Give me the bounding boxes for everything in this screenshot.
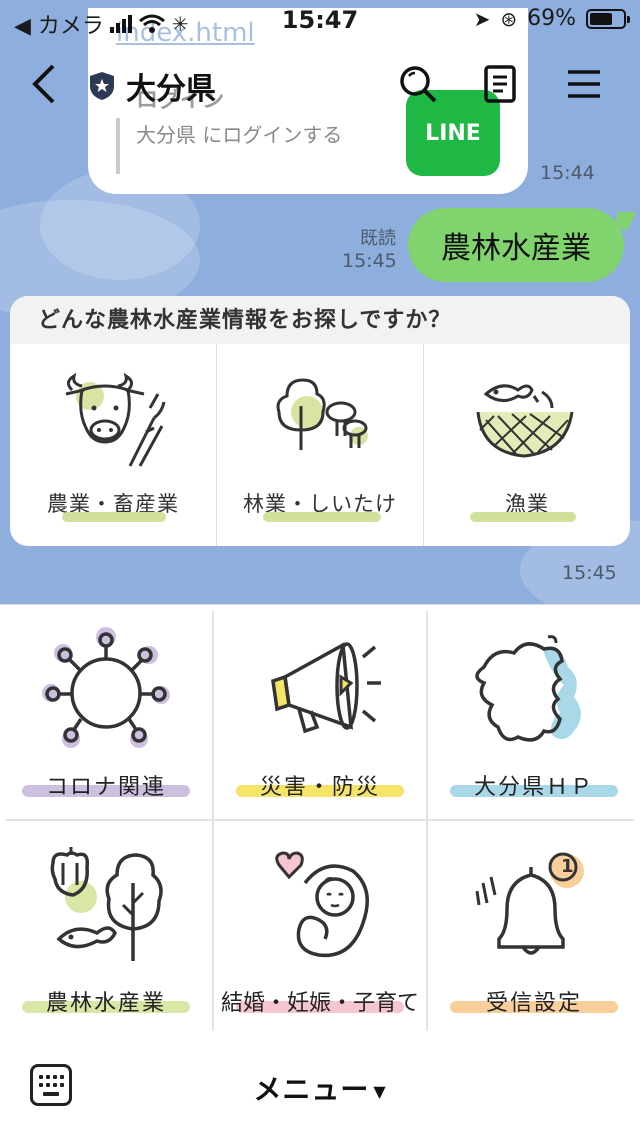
user-message-text: 農林水産業 bbox=[441, 231, 591, 266]
option-agriculture[interactable]: 農業・畜産業 bbox=[10, 344, 216, 546]
user-message-bubble[interactable]: 農林水産業 bbox=[408, 208, 624, 282]
rich-menu-label: 結婚・妊娠・子育て bbox=[220, 991, 419, 1016]
rich-menu: コロナ関連 災害・防災 大分県ＨＰ 農林水産業 結婚・妊娠・子育て 1 受信設定 bbox=[0, 604, 640, 1035]
message-time: 15:45 bbox=[562, 562, 617, 584]
message-time: 15:44 bbox=[540, 162, 595, 184]
category-question-card: どんな農林水産業情報をお探しですか？ 農業・畜産業 林業・しいたけ 漁業 bbox=[10, 296, 630, 546]
hamburger-icon bbox=[568, 70, 600, 98]
menu-toggle-label: メニュー bbox=[253, 1073, 370, 1106]
rich-menu-label: 農林水産業 bbox=[45, 991, 166, 1016]
option-underline bbox=[263, 512, 381, 522]
rich-menu-label: コロナ関連 bbox=[45, 775, 166, 800]
official-account-shield-icon bbox=[90, 72, 114, 100]
virus-icon bbox=[42, 627, 170, 748]
chat-header: 大分県 bbox=[0, 52, 640, 116]
quote-bar bbox=[116, 118, 120, 174]
search-icon bbox=[400, 66, 437, 103]
read-receipt: 既読 bbox=[360, 228, 396, 249]
login-card-description: 大分県 にログインする bbox=[136, 123, 343, 147]
megaphone-icon bbox=[271, 642, 381, 734]
farm-fish-icon bbox=[50, 847, 163, 961]
note-icon bbox=[484, 65, 516, 103]
notification-badge-count: 1 bbox=[561, 856, 574, 877]
chat-title: 大分県 bbox=[126, 72, 216, 107]
card-question: どんな農林水産業情報をお探しですか？ bbox=[10, 296, 630, 344]
rotation-lock-icon: ⊛ bbox=[500, 6, 518, 31]
rich-menu-item-oita-hp[interactable]: 大分県ＨＰ bbox=[428, 605, 640, 819]
message-time: 15:45 bbox=[342, 250, 397, 272]
battery-icon bbox=[586, 8, 630, 29]
caret-down-icon: ▼ bbox=[373, 1081, 387, 1101]
status-bar: ◀ カメラ ✳ 15:47 ➤ ⊛ 69% bbox=[0, 0, 640, 40]
rich-menu-item-childcare[interactable]: 結婚・妊娠・子育て bbox=[214, 821, 426, 1035]
rich-menu-item-corona[interactable]: コロナ関連 bbox=[0, 605, 212, 819]
option-underline bbox=[470, 512, 576, 522]
notes-button[interactable] bbox=[476, 60, 524, 108]
menu-button[interactable] bbox=[560, 60, 608, 108]
battery-percent: 69% bbox=[527, 6, 576, 31]
oita-map-icon bbox=[475, 635, 581, 742]
location-arrow-icon: ➤ bbox=[473, 6, 491, 31]
rich-menu-item-disaster[interactable]: 災害・防災 bbox=[214, 605, 426, 819]
option-fishery[interactable]: 漁業 bbox=[423, 344, 630, 546]
option-forestry[interactable]: 林業・しいたけ bbox=[216, 344, 423, 546]
baby-heart-icon bbox=[275, 851, 369, 958]
bottom-bar: メニュー ▼ bbox=[0, 1034, 640, 1136]
rich-menu-label: 大分県ＨＰ bbox=[473, 775, 594, 800]
line-logo-text: LINE bbox=[425, 120, 481, 146]
rich-menu-item-notification-settings[interactable]: 1 受信設定 bbox=[428, 821, 640, 1035]
chevron-left-icon bbox=[32, 64, 55, 104]
option-underline bbox=[62, 512, 166, 522]
cow-icon bbox=[65, 372, 166, 467]
bell-icon bbox=[475, 852, 584, 955]
rich-menu-item-agriculture[interactable]: 農林水産業 bbox=[0, 821, 212, 1035]
rich-menu-toggle[interactable]: メニュー ▼ bbox=[0, 1068, 640, 1108]
search-button[interactable] bbox=[394, 60, 442, 108]
rich-menu-label: 災害・防災 bbox=[259, 775, 380, 800]
rich-menu-label: 受信設定 bbox=[485, 991, 582, 1016]
back-button[interactable] bbox=[20, 60, 68, 108]
tree-mushroom-icon bbox=[276, 378, 368, 450]
fish-net-icon bbox=[476, 384, 574, 458]
